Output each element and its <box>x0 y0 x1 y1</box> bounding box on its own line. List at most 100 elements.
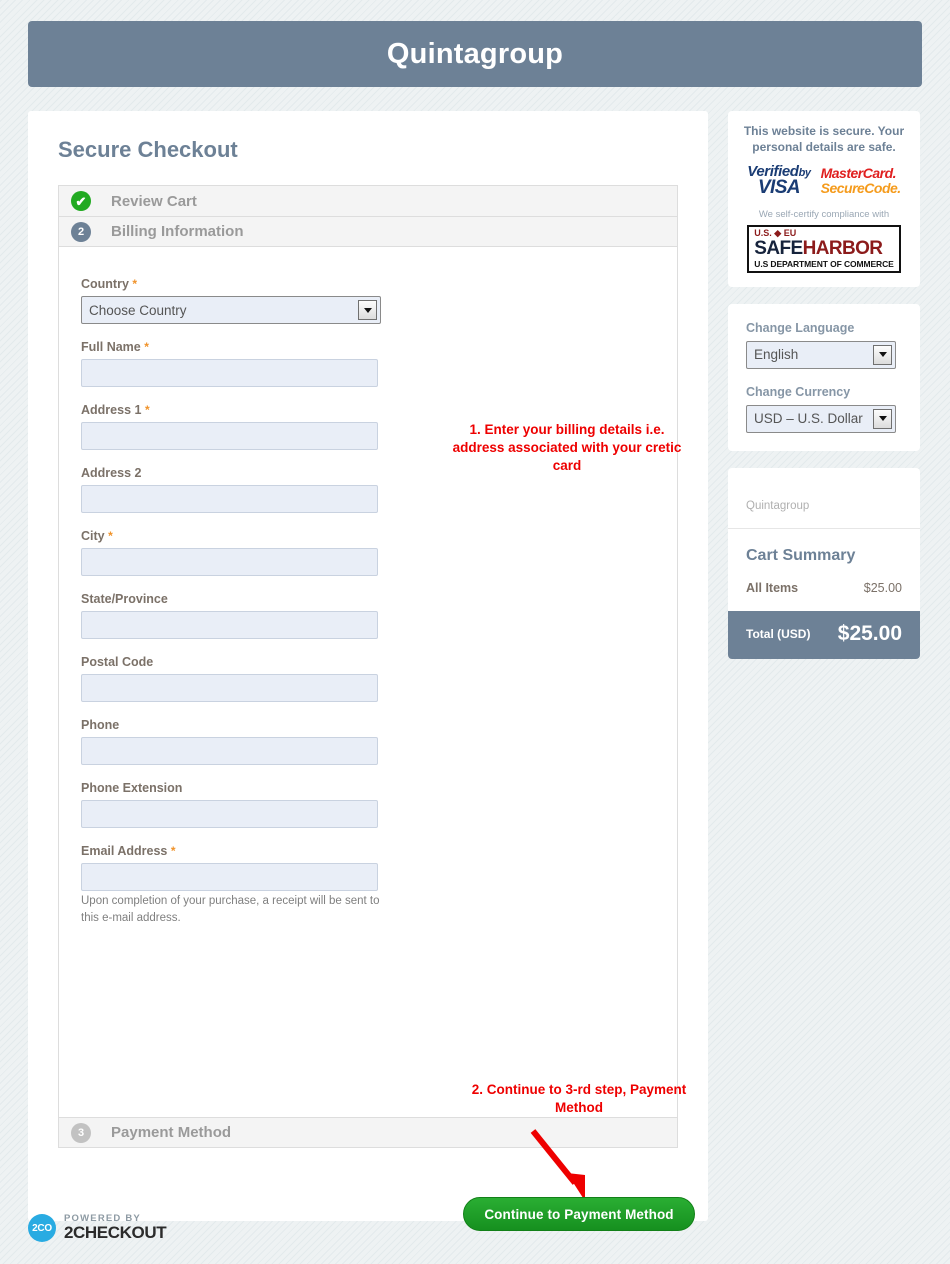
step-label-review-cart: Review Cart <box>111 192 197 210</box>
field-email-address: Email Address * Upon completion of your … <box>81 844 677 926</box>
step-number-2: 2 <box>77 225 85 238</box>
security-badges-panel: This website is secure. Your personal de… <box>728 111 920 287</box>
language-select-value: English <box>754 347 799 363</box>
label-phone-text: Phone <box>81 718 120 732</box>
change-currency-label: Change Currency <box>746 384 851 399</box>
currency-select[interactable]: USD – U.S. Dollar <box>746 404 896 433</box>
annotation-step-1: 1. Enter your billing details i.e. addre… <box>452 422 682 474</box>
cart-total-value: $25.00 <box>837 621 902 645</box>
mastercard-line2: SecureCode. <box>820 179 902 196</box>
twocheckout-logo-icon: 2CO <box>28 1214 56 1242</box>
label-country-text: Country <box>81 277 129 291</box>
continue-to-payment-method-button[interactable]: Continue to Payment Method <box>463 1197 695 1231</box>
country-select[interactable]: Choose Country <box>81 296 381 324</box>
checkout-steps: ✔ Review Cart 2 Billing Information Coun… <box>58 185 695 1231</box>
visa-by-text: by <box>798 167 811 180</box>
card-logos: Verifiedby VISA MasterCard. SecureCode. <box>738 164 910 197</box>
label-phone-extension: Phone Extension <box>81 781 677 795</box>
twocheckout-wordmark: POWERED BY 2CHECKOUT <box>64 1214 167 1243</box>
safe-harbor-harbor: HARBOR <box>802 238 883 260</box>
label-email-address-text: Email Address <box>81 844 168 858</box>
field-state-province: State/Province <box>81 592 677 639</box>
chevron-down-icon[interactable] <box>873 344 892 365</box>
verified-by-visa-icon: Verifiedby VISA <box>747 164 811 199</box>
chevron-down-icon[interactable] <box>873 408 892 429</box>
label-email-address: Email Address * <box>81 844 677 858</box>
required-asterisk: * <box>132 277 138 291</box>
label-address-2-text: Address 2 <box>81 466 142 480</box>
mastercard-securecode-icon: MasterCard. SecureCode. <box>820 166 902 196</box>
step-number-badge-3: 3 <box>71 1122 91 1143</box>
language-select[interactable]: English <box>746 340 896 369</box>
security-message: This website is secure. Your personal de… <box>743 124 905 155</box>
step-header-review-cart[interactable]: ✔ Review Cart <box>58 185 678 216</box>
step-number-badge-2: 2 <box>71 221 91 242</box>
phone-input[interactable] <box>81 737 378 765</box>
field-phone-extension: Phone Extension <box>81 781 677 828</box>
label-address-1: Address 1 * <box>81 403 677 417</box>
field-postal-code: Postal Code <box>81 655 677 702</box>
check-circle-icon: ✔ <box>71 191 91 211</box>
email-address-input[interactable] <box>81 863 378 891</box>
twocheckout-brand: 2CHECKOUT <box>64 1223 167 1243</box>
step-header-billing-information[interactable]: 2 Billing Information <box>58 216 678 247</box>
label-postal-code: Postal Code <box>81 655 677 669</box>
required-asterisk: * <box>170 844 176 858</box>
postal-code-input[interactable] <box>81 674 378 702</box>
field-country: Country * Choose Country <box>81 277 677 324</box>
cart-total-bar: Total (USD) $25.00 <box>728 610 920 659</box>
label-phone-extension-text: Phone Extension <box>81 781 183 795</box>
label-address-1-text: Address 1 <box>81 403 142 417</box>
cart-item-name: All Items <box>746 580 799 595</box>
step-number-3: 3 <box>77 1126 85 1139</box>
site-header: Quintagroup <box>28 21 922 87</box>
billing-form: Country * Choose Country Full Name * Add… <box>58 247 695 1231</box>
chevron-down-icon[interactable] <box>358 300 377 320</box>
sidebar: This website is secure. Your personal de… <box>728 111 920 676</box>
phone-extension-input[interactable] <box>81 800 378 828</box>
address-2-input[interactable] <box>81 485 378 513</box>
cart-summary-panel: Quintagroup Cart Summary All Items $25.0… <box>728 467 920 659</box>
label-full-name: Full Name * <box>81 340 677 354</box>
field-city: City * <box>81 529 677 576</box>
visa-brand-text: VISA <box>757 177 801 199</box>
address-1-input[interactable] <box>81 422 378 450</box>
cart-total-label: Total (USD) <box>746 626 811 641</box>
country-select-value: Choose Country <box>89 302 187 318</box>
step-label-billing-information: Billing Information <box>111 223 244 240</box>
full-name-input[interactable] <box>81 359 378 387</box>
required-asterisk: * <box>108 529 113 543</box>
label-state-province: State/Province <box>81 592 677 606</box>
cart-brand-label: Quintagroup <box>728 468 920 529</box>
city-input[interactable] <box>81 548 378 576</box>
safe-harbor-bottom: U.S DEPARTMENT OF COMMERCE <box>754 258 894 269</box>
email-help-text: Upon completion of your purchase, a rece… <box>81 895 380 924</box>
field-full-name: Full Name * <box>81 340 677 387</box>
page-title: Secure Checkout <box>58 137 238 162</box>
label-country: Country * <box>81 277 677 291</box>
cart-line-item: All Items $25.00 <box>746 581 902 595</box>
safe-harbor-icon: U.S. ◆ EU SAFEHARBOR U.S DEPARTMENT OF C… <box>747 225 901 273</box>
annotation-step-2: 2. Continue to 3-rd step, Payment Method <box>471 1082 687 1116</box>
cart-item-price: $25.00 <box>863 580 902 595</box>
label-postal-code-text: Postal Code <box>81 655 154 669</box>
currency-select-value: USD – U.S. Dollar <box>754 411 863 427</box>
safe-harbor-safe: SAFE <box>754 238 803 260</box>
label-city: City * <box>81 529 677 543</box>
cart-summary-body: Cart Summary All Items $25.00 <box>728 529 920 611</box>
change-language-label: Change Language <box>746 320 855 335</box>
cart-summary-title: Cart Summary <box>746 546 856 564</box>
state-province-input[interactable] <box>81 611 378 639</box>
label-full-name-text: Full Name <box>81 340 141 354</box>
footer: 2CO POWERED BY 2CHECKOUT <box>28 1214 167 1243</box>
field-phone: Phone <box>81 718 677 765</box>
required-asterisk: * <box>144 340 149 354</box>
required-asterisk: * <box>144 403 150 417</box>
checkout-card: Secure Checkout ✔ Review Cart 2 Billing … <box>28 111 708 1231</box>
red-arrow-icon <box>530 1129 585 1201</box>
site-title: Quintagroup <box>386 37 564 70</box>
step-label-payment-method: Payment Method <box>111 1124 232 1141</box>
label-state-province-text: State/Province <box>81 592 168 606</box>
label-phone: Phone <box>81 718 677 732</box>
check-glyph: ✔ <box>75 193 87 209</box>
